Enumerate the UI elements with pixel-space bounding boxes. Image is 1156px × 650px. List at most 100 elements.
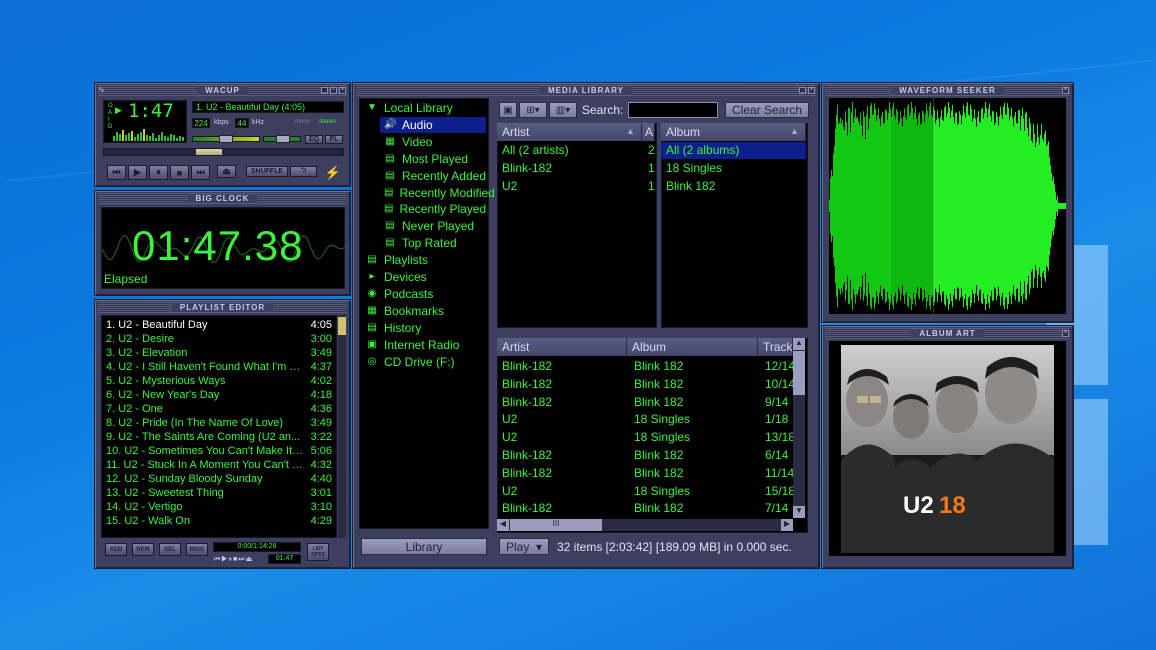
playlist-item[interactable]: 8. U2 - Pride (In The Name Of Love) 3:49 xyxy=(106,417,332,431)
tracks-track-header[interactable]: Track xyxy=(758,338,793,356)
artist-column-header[interactable]: Artist xyxy=(497,123,642,141)
repeat-button[interactable]: ⮌ xyxy=(290,166,317,177)
track-row[interactable]: Blink-182 Blink 182 10/14 xyxy=(497,376,793,393)
track-row[interactable]: U2 18 Singles 13/18 xyxy=(497,429,793,446)
main-titlebar[interactable]: WACUP _ ▫ × xyxy=(98,85,347,96)
tree-item[interactable]: ▤ History xyxy=(362,320,486,336)
tree-item[interactable]: ▼ Local Library xyxy=(362,100,486,116)
seek-thumb[interactable] xyxy=(196,149,222,155)
big-clock-titlebar[interactable]: BIG CLOCK xyxy=(98,193,347,204)
library-button[interactable]: Library xyxy=(361,538,487,555)
scroll-up-icon[interactable]: ▲ xyxy=(793,338,805,350)
playlist-item[interactable]: 2. U2 - Desire 3:00 xyxy=(106,333,332,347)
tracks-vertical-scrollbar[interactable]: ▲ ▼ xyxy=(793,338,805,518)
search-input[interactable] xyxy=(628,102,718,118)
view-toggle-icon[interactable]: ▣ xyxy=(499,102,517,118)
tree-item[interactable]: ▦ Bookmarks xyxy=(362,303,486,319)
track-row[interactable]: Blink-182 Blink 182 7/14 xyxy=(497,500,793,517)
tree-item[interactable]: ▤ Recently Added xyxy=(380,168,486,184)
playlist-item[interactable]: 6. U2 - New Year's Day 4:18 xyxy=(106,389,332,403)
lightning-logo-icon[interactable]: ⚡ xyxy=(324,165,342,180)
misc-button[interactable]: MISC xyxy=(186,543,208,556)
playlist-item[interactable]: 5. U2 - Mysterious Ways 4:02 xyxy=(106,375,332,389)
artist-row[interactable]: Blink-182 1 xyxy=(497,160,655,177)
tracks-album-header[interactable]: Album xyxy=(627,338,758,356)
mini-transport[interactable]: ⏮▶⏸■⏭⏏ xyxy=(214,555,253,564)
tree-item[interactable]: ▸ Devices xyxy=(362,269,486,285)
track-row[interactable]: Blink-182 Blink 182 12/14 xyxy=(497,358,793,375)
album-column-header[interactable]: Album xyxy=(661,123,806,141)
tracks-artist-header[interactable]: Artist xyxy=(497,338,627,356)
track-row[interactable]: Blink-182 Blink 182 9/14 xyxy=(497,394,793,411)
minimize-button[interactable]: _ xyxy=(321,87,328,94)
playlist-item[interactable]: 7. U2 - One 4:36 xyxy=(106,403,332,417)
select-button[interactable]: SEL xyxy=(159,543,181,556)
playlist-item[interactable]: 15. U2 - Walk On 4:29 xyxy=(106,515,332,529)
artist-row[interactable]: U2 1 xyxy=(497,178,655,195)
waveform-close-button[interactable]: × xyxy=(1062,87,1069,94)
play-dropdown-button[interactable]: Play ▾ xyxy=(499,538,549,555)
track-row[interactable]: Blink-182 Blink 182 6/14 xyxy=(497,447,793,464)
library-close-button[interactable]: × xyxy=(808,87,815,94)
wacup-logo-icon[interactable]: ∿ xyxy=(98,85,105,94)
scroll-left-icon[interactable]: ◀ xyxy=(497,519,509,531)
columns-dropdown-icon[interactable]: ▥▾ xyxy=(549,102,577,118)
song-ticker[interactable]: 1. U2 - Beautiful Day (4:05) xyxy=(192,101,344,113)
tree-item[interactable]: ▤ Recently Played xyxy=(380,201,486,217)
play-button[interactable]: ▶ xyxy=(128,165,147,180)
playlist-item[interactable]: 11. U2 - Stuck In A Moment You Can't G..… xyxy=(106,459,332,473)
album-row[interactable]: All (2 albums) xyxy=(661,142,806,159)
volume-thumb[interactable] xyxy=(219,135,233,143)
scroll-right-icon[interactable]: ▶ xyxy=(781,519,793,531)
library-minimize-button[interactable]: _ xyxy=(799,87,806,94)
shade-button[interactable]: ▫ xyxy=(330,87,337,94)
volume-slider[interactable] xyxy=(192,135,260,143)
remove-button[interactable]: REM xyxy=(132,543,154,556)
previous-button[interactable]: ⏮ xyxy=(107,165,126,180)
playlist-item[interactable]: 14. U2 - Vertigo 3:10 xyxy=(106,501,332,515)
tracks-horizontal-scrollbar[interactable]: ◀ III ▶ xyxy=(497,519,793,531)
balance-thumb[interactable] xyxy=(276,135,290,143)
playlist-item[interactable]: 12. U2 - Sunday Bloody Sunday 4:40 xyxy=(106,473,332,487)
list-options-button[interactable]: LIST OPTS xyxy=(307,543,329,561)
layout-dropdown-icon[interactable]: ⊞▾ xyxy=(519,102,547,118)
album-row[interactable]: Blink 182 xyxy=(661,178,806,195)
tree-item[interactable]: ▣ Internet Radio xyxy=(362,337,486,353)
tree-item[interactable]: ▤ Top Rated xyxy=(380,235,486,251)
eq-toggle-button[interactable]: EQ xyxy=(305,135,323,144)
clear-search-button[interactable]: Clear Search xyxy=(725,102,809,118)
album-row[interactable]: 18 Singles xyxy=(661,160,806,177)
seek-bar[interactable] xyxy=(103,148,344,156)
pause-button[interactable]: ⏸ xyxy=(149,165,168,180)
tracks-hscroll-thumb[interactable]: III xyxy=(510,519,602,531)
playlist-titlebar[interactable]: PLAYLIST EDITOR xyxy=(98,302,347,313)
waveform-titlebar[interactable]: WAVEFORM SEEKER × xyxy=(825,85,1070,96)
tree-item[interactable]: 🔊 Audio xyxy=(380,116,486,133)
playlist-item[interactable]: 9. U2 - The Saints Are Coming (U2 an... 3… xyxy=(106,431,332,445)
close-button[interactable]: × xyxy=(339,87,346,94)
big-clock-display[interactable]: 01:47.38 Elapsed xyxy=(101,207,346,289)
track-row[interactable]: U2 18 Singles 1/18 xyxy=(497,411,793,428)
add-button[interactable]: ADD xyxy=(105,543,127,556)
balance-slider[interactable] xyxy=(263,135,301,143)
tracks-vscroll-thumb[interactable] xyxy=(793,351,805,395)
artist-row[interactable]: All (2 artists) 2 xyxy=(497,142,655,159)
time-display[interactable]: 1:47 xyxy=(128,100,174,122)
playlist-item[interactable]: 10. U2 - Sometimes You Can't Make It ...… xyxy=(106,445,332,459)
playlist-item[interactable]: 4. U2 - I Still Haven't Found What I'm L… xyxy=(106,361,332,375)
waveform-seeker[interactable] xyxy=(829,98,1066,314)
scroll-down-icon[interactable]: ▼ xyxy=(793,506,805,518)
spectrum-analyzer[interactable] xyxy=(113,127,185,141)
tree-item[interactable]: ◎ CD Drive (F:) xyxy=(362,354,486,370)
track-row[interactable]: U2 18 Singles 15/18 xyxy=(497,483,793,500)
tree-item[interactable]: ◉ Podcasts xyxy=(362,286,486,302)
tree-item[interactable]: ▤ Recently Modified xyxy=(380,185,495,201)
playlist-item[interactable]: 3. U2 - Elevation 3:49 xyxy=(106,347,332,361)
playlist-item[interactable]: 1. U2 - Beautiful Day 4:05 xyxy=(106,319,332,333)
track-row[interactable]: Blink-182 Blink 182 11/14 xyxy=(497,465,793,482)
stop-button[interactable]: ■ xyxy=(170,165,189,180)
playlist-item[interactable]: 13. U2 - Sweetest Thing 3:01 xyxy=(106,487,332,501)
tree-item[interactable]: ▤ Never Played xyxy=(380,218,486,234)
playlist-scrollbar[interactable] xyxy=(338,315,346,538)
media-library-titlebar[interactable]: MEDIA LIBRARY _ × xyxy=(356,85,816,96)
